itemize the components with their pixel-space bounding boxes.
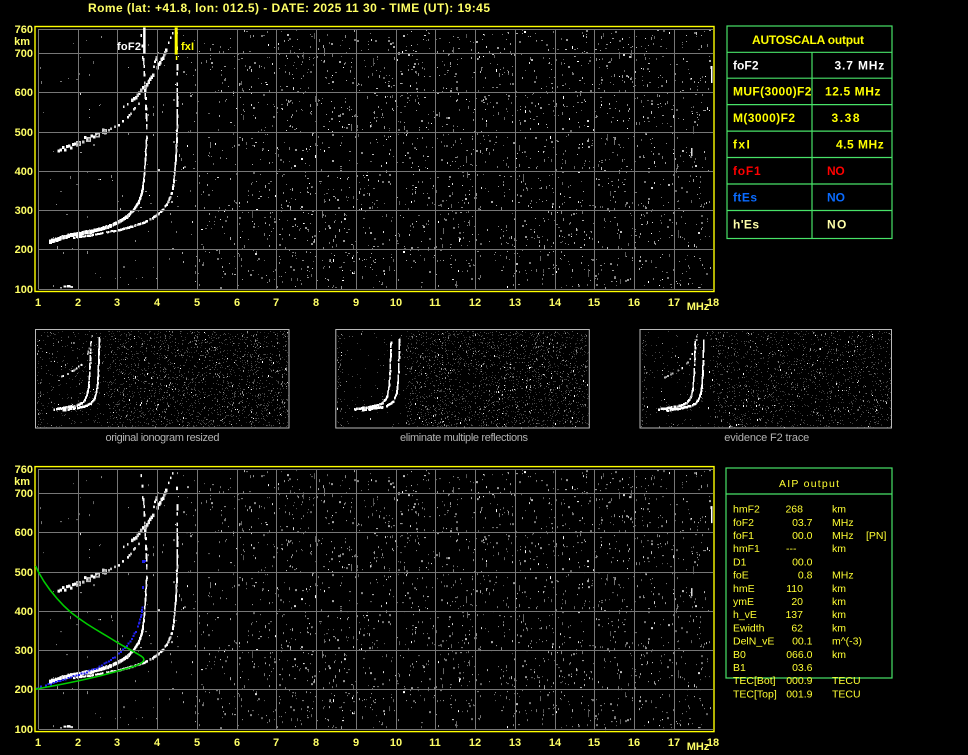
svg-text:ftEs: ftEs <box>733 190 757 204</box>
svg-text:h_vE: h_vE <box>733 609 757 621</box>
svg-text:hmF2: hmF2 <box>733 504 760 516</box>
svg-text:MUF(3000)F2: MUF(3000)F2 <box>733 85 812 99</box>
svg-text:km: km <box>832 504 846 516</box>
svg-text:hmF1: hmF1 <box>733 543 760 555</box>
svg-text:fxI: fxI <box>181 41 194 53</box>
svg-text:00.0: 00.0 <box>792 556 813 568</box>
svg-text:DelN_vE: DelN_vE <box>733 636 774 648</box>
svg-text:hmE: hmE <box>733 583 755 595</box>
svg-text:62: 62 <box>791 622 803 634</box>
svg-text:10: 10 <box>390 297 402 309</box>
svg-text:TECU: TECU <box>832 675 861 687</box>
svg-text:foF2: foF2 <box>733 517 754 529</box>
svg-text:AIP output: AIP output <box>779 478 839 490</box>
svg-text:500: 500 <box>15 127 33 139</box>
svg-text:foF1: foF1 <box>733 164 761 178</box>
svg-text:12: 12 <box>469 297 481 309</box>
svg-text:B1: B1 <box>733 662 746 674</box>
svg-text:8: 8 <box>313 297 319 309</box>
svg-text:TECU: TECU <box>832 688 861 700</box>
svg-text:100: 100 <box>15 284 33 296</box>
svg-text:001.9: 001.9 <box>786 688 812 700</box>
svg-text:268: 268 <box>785 504 803 516</box>
svg-text:foF2: foF2 <box>733 59 759 73</box>
svg-text:2: 2 <box>75 297 81 309</box>
svg-text:foF2: foF2 <box>117 41 141 53</box>
svg-text:760: 760 <box>15 24 33 36</box>
svg-text:MHz: MHz <box>832 517 854 529</box>
svg-text:foE: foE <box>733 570 749 582</box>
svg-text:5: 5 <box>194 297 200 309</box>
svg-text:400: 400 <box>15 166 33 178</box>
svg-text:eliminate multiple reflections: eliminate multiple reflections <box>400 432 529 444</box>
svg-text:00.1: 00.1 <box>792 636 813 648</box>
svg-text:B0: B0 <box>733 649 746 661</box>
svg-text:4.5 MHz: 4.5 MHz <box>836 138 884 152</box>
svg-text:17: 17 <box>668 297 680 309</box>
svg-text:MHz: MHz <box>832 570 854 582</box>
svg-text:foF1: foF1 <box>733 530 754 542</box>
svg-text:MHz: MHz <box>832 530 854 542</box>
svg-text:fxI: fxI <box>733 138 750 152</box>
svg-text:km: km <box>832 609 846 621</box>
svg-text:AUTOSCALA output: AUTOSCALA output <box>752 33 864 47</box>
svg-text:km: km <box>832 649 846 661</box>
svg-text:TEC[Bot]: TEC[Bot] <box>733 675 776 687</box>
svg-text:16: 16 <box>628 297 640 309</box>
svg-text:NO: NO <box>827 190 845 204</box>
svg-text:15: 15 <box>588 297 600 309</box>
svg-text:h'Es: h'Es <box>733 218 759 232</box>
svg-text:9: 9 <box>353 297 359 309</box>
svg-text:ymE: ymE <box>733 596 754 608</box>
svg-text:03.7: 03.7 <box>792 517 813 529</box>
svg-text:03.6: 03.6 <box>792 662 813 674</box>
svg-text:km: km <box>832 596 846 608</box>
svg-text:km: km <box>832 622 846 634</box>
svg-text:1: 1 <box>35 297 41 309</box>
svg-text:3: 3 <box>114 297 120 309</box>
svg-text:0.8: 0.8 <box>798 570 813 582</box>
svg-text:6: 6 <box>234 297 240 309</box>
svg-text:066.0: 066.0 <box>786 649 812 661</box>
svg-text:137: 137 <box>785 609 803 621</box>
svg-text:m^(-3): m^(-3) <box>832 636 862 648</box>
svg-text:600: 600 <box>15 87 33 99</box>
svg-text:000.9: 000.9 <box>786 675 812 687</box>
svg-text:[PN]: [PN] <box>866 530 887 542</box>
svg-text:110: 110 <box>786 583 803 595</box>
svg-text:20: 20 <box>791 596 803 608</box>
svg-text:3.38: 3.38 <box>832 111 860 125</box>
svg-text:700: 700 <box>15 48 33 60</box>
svg-text:00.0: 00.0 <box>792 530 813 542</box>
svg-text:11: 11 <box>429 297 441 309</box>
svg-text:km: km <box>14 36 30 48</box>
svg-text:Ewidth: Ewidth <box>733 622 765 634</box>
svg-text:D1: D1 <box>733 556 747 568</box>
svg-text:km: km <box>832 583 846 595</box>
svg-text:original ionogram resized: original ionogram resized <box>106 432 220 444</box>
svg-text:TEC[Top]: TEC[Top] <box>733 688 777 700</box>
svg-text:13: 13 <box>509 297 521 309</box>
svg-text:evidence F2 trace: evidence F2 trace <box>724 432 809 444</box>
svg-text:MHz: MHz <box>687 301 710 313</box>
svg-text:---: --- <box>786 543 797 555</box>
svg-text:Rome (lat: +41.8, lon: 012.5): Rome (lat: +41.8, lon: 012.5) - DATE: 20… <box>88 1 490 15</box>
svg-text:3.7 MHz: 3.7 MHz <box>835 59 885 73</box>
svg-text:km: km <box>832 543 846 555</box>
svg-text:NO: NO <box>827 164 845 178</box>
svg-text:12.5 MHz: 12.5 MHz <box>825 85 881 99</box>
svg-text:300: 300 <box>15 205 33 217</box>
svg-text:7: 7 <box>273 297 279 309</box>
svg-text:4: 4 <box>154 297 161 309</box>
svg-text:14: 14 <box>549 297 562 309</box>
svg-text:200: 200 <box>15 244 33 256</box>
svg-text:NO: NO <box>827 218 846 232</box>
svg-text:M(3000)F2: M(3000)F2 <box>733 111 795 125</box>
